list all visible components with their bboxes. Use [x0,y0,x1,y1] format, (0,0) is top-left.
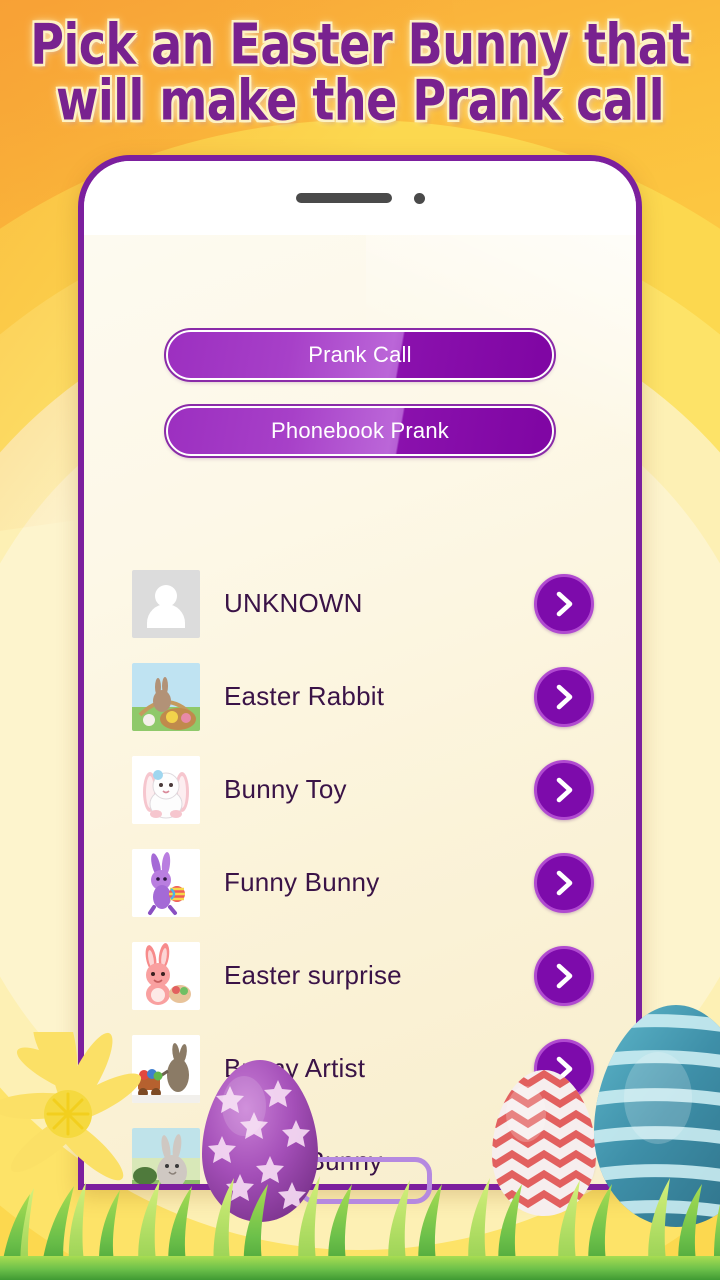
contact-name: UNKNOWN [224,588,363,618]
chevron-right-icon[interactable] [534,945,594,1006]
rabbit-in-basket-photo [132,662,200,731]
chevron-right-icon[interactable] [534,852,594,913]
page-title-line2: will make the Prank call [56,67,664,134]
avatar-placeholder-icon [132,569,200,638]
green-grass-strip [0,1176,720,1280]
tab-prank-call[interactable]: Prank Call [164,328,556,382]
phone-top-bezel [84,161,636,235]
tab-phonebook-prank-label: Phonebook Prank [271,418,449,443]
plush-bunny-toy-image [132,755,200,824]
tab-prank-call-label: Prank Call [308,342,412,367]
page-title: Pick an Easter Bunny that will make the … [0,16,720,128]
purple-cartoon-bunny-image [132,848,200,917]
chevron-right-icon[interactable] [534,759,594,820]
pink-bunny-basket-image [132,941,200,1010]
chevron-right-icon[interactable] [534,666,594,727]
tab-phonebook-prank[interactable]: Phonebook Prank [164,404,556,458]
speaker-grille-icon [295,193,392,203]
contact-name: Bunny Toy [224,774,347,804]
list-item[interactable]: Easter surprise [84,929,636,1022]
contact-name: Easter surprise [224,960,402,990]
front-camera-icon [413,192,425,204]
list-item[interactable]: Funny Bunny [84,836,636,929]
list-item[interactable]: Bunny Toy [84,743,636,836]
chevron-right-icon[interactable] [534,573,594,634]
tab-bar: Prank Call Phonebook Prank [84,328,636,458]
list-item[interactable]: Easter Rabbit [84,650,636,743]
contact-name: Easter Rabbit [224,681,385,711]
list-item[interactable]: UNKNOWN [84,557,636,650]
contact-name: Funny Bunny [224,867,380,897]
